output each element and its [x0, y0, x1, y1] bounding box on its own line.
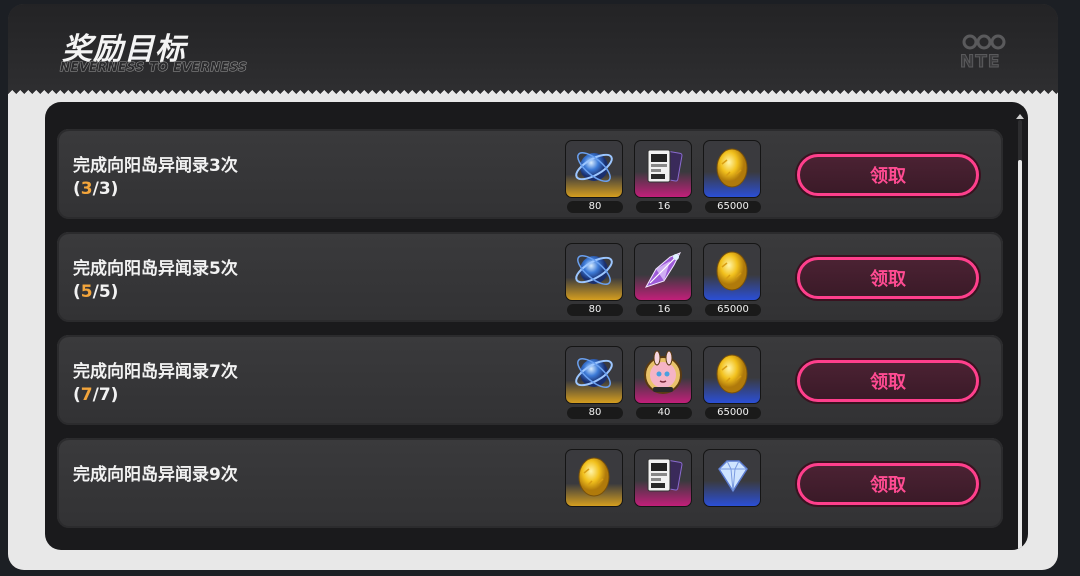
reward-item-frame — [703, 243, 761, 301]
reward-item-frame — [703, 449, 761, 507]
claim-button[interactable]: 领取 — [797, 154, 979, 196]
reward-item[interactable] — [634, 449, 692, 509]
reward-item-frame — [634, 140, 692, 198]
logo-text: NTE — [959, 52, 1001, 73]
reward-count: 80 — [567, 304, 623, 316]
task-label: 完成向阳岛异闻录5次 — [73, 259, 238, 279]
reward-item-frame — [565, 449, 623, 507]
progress-total: /3) — [92, 179, 119, 199]
bunny-badge-icon — [640, 350, 686, 400]
header-bar: 奖励目标 NEVERNESS TO EVERNESS NTE — [8, 4, 1058, 90]
reward-item-frame — [565, 346, 623, 404]
reward-count: 65000 — [705, 304, 761, 316]
claim-button[interactable]: 领取 — [797, 257, 979, 299]
card-pack-icon — [640, 144, 686, 194]
reward-item-frame — [634, 449, 692, 507]
reward-item[interactable]: 65000 — [703, 346, 761, 419]
diamond-icon — [709, 453, 755, 503]
reward-count: 80 — [567, 201, 623, 213]
reward-row: 完成向阳岛异闻录5次 (5/5) 80 16 65000 领取 — [57, 232, 1003, 322]
reward-item-frame — [565, 243, 623, 301]
reward-item-frame — [565, 140, 623, 198]
reward-item[interactable]: 80 — [565, 346, 623, 419]
progress-open: ( — [73, 385, 81, 405]
reward-item[interactable] — [565, 449, 623, 509]
reward-item-frame — [634, 243, 692, 301]
zigzag-divider — [8, 90, 1058, 98]
crystal-shard-icon — [640, 247, 686, 297]
reward-item[interactable]: 80 — [565, 243, 623, 316]
reward-count: 16 — [636, 304, 692, 316]
reward-item[interactable]: 16 — [634, 243, 692, 316]
progress-open: ( — [73, 179, 81, 199]
reward-count: 65000 — [705, 407, 761, 419]
progress-current: 5 — [80, 282, 93, 302]
gold-egg-icon — [712, 247, 752, 297]
reward-item[interactable]: 65000 — [703, 140, 761, 213]
reward-item[interactable]: 40 — [634, 346, 692, 419]
reward-item[interactable]: 16 — [634, 140, 692, 213]
reward-count: 65000 — [705, 201, 761, 213]
blue-orb-icon — [571, 247, 617, 297]
scrollbar-thumb[interactable] — [1018, 160, 1022, 550]
reward-count: 80 — [567, 407, 623, 419]
reward-list: 完成向阳岛异闻录1次(1/1)601530000领取完成向阳岛异闻录3次(3/3… — [57, 116, 1003, 541]
reward-item-frame — [703, 140, 761, 198]
logo-rings-icon — [962, 34, 1006, 50]
reward-item[interactable]: 65000 — [703, 243, 761, 316]
scrollbar[interactable] — [1018, 120, 1022, 550]
progress-text: (7/7) — [73, 385, 118, 405]
task-label: 完成向阳岛异闻录9次 — [73, 465, 238, 485]
reward-goals-window: 奖励目标 NEVERNESS TO EVERNESS NTE 完成向阳岛异闻录1… — [8, 4, 1058, 570]
progress-total: /5) — [92, 282, 119, 302]
progress-text: (5/5) — [73, 282, 118, 302]
gold-egg-icon — [712, 144, 752, 194]
progress-text: (3/3) — [73, 179, 118, 199]
reward-count: 40 — [636, 407, 692, 419]
nte-logo: NTE — [956, 34, 1020, 78]
progress-current: 7 — [80, 385, 93, 405]
reward-item[interactable] — [703, 449, 761, 509]
reward-row: 完成向阳岛异闻录3次 (3/3) 80 16 65000 领取 — [57, 129, 1003, 219]
reward-count: 16 — [636, 201, 692, 213]
reward-list-viewport[interactable]: 完成向阳岛异闻录1次(1/1)601530000领取完成向阳岛异闻录3次(3/3… — [45, 116, 1028, 546]
reward-list-panel: 完成向阳岛异闻录1次(1/1)601530000领取完成向阳岛异闻录3次(3/3… — [45, 102, 1028, 550]
progress-open: ( — [73, 282, 81, 302]
reward-item[interactable]: 80 — [565, 140, 623, 213]
claim-button[interactable]: 领取 — [797, 463, 979, 505]
reward-row: 完成向阳岛异闻录9次 领取 — [57, 438, 1003, 528]
progress-total: /7) — [92, 385, 119, 405]
card-pack-icon — [640, 453, 686, 503]
gold-egg-icon — [712, 350, 752, 400]
claim-button[interactable]: 领取 — [797, 360, 979, 402]
scroll-up-icon[interactable] — [1016, 114, 1024, 119]
progress-current: 3 — [80, 179, 93, 199]
blue-orb-icon — [571, 144, 617, 194]
reward-item-frame — [634, 346, 692, 404]
task-label: 完成向阳岛异闻录3次 — [73, 156, 238, 176]
task-label: 完成向阳岛异闻录7次 — [73, 362, 238, 382]
page-subtitle: NEVERNESS TO EVERNESS — [59, 60, 248, 75]
reward-item-frame — [703, 346, 761, 404]
reward-row: 完成向阳岛异闻录7次 (7/7) 80 40 65000 领取 — [57, 335, 1003, 425]
blue-orb-icon — [571, 350, 617, 400]
gold-egg-icon — [574, 453, 614, 503]
